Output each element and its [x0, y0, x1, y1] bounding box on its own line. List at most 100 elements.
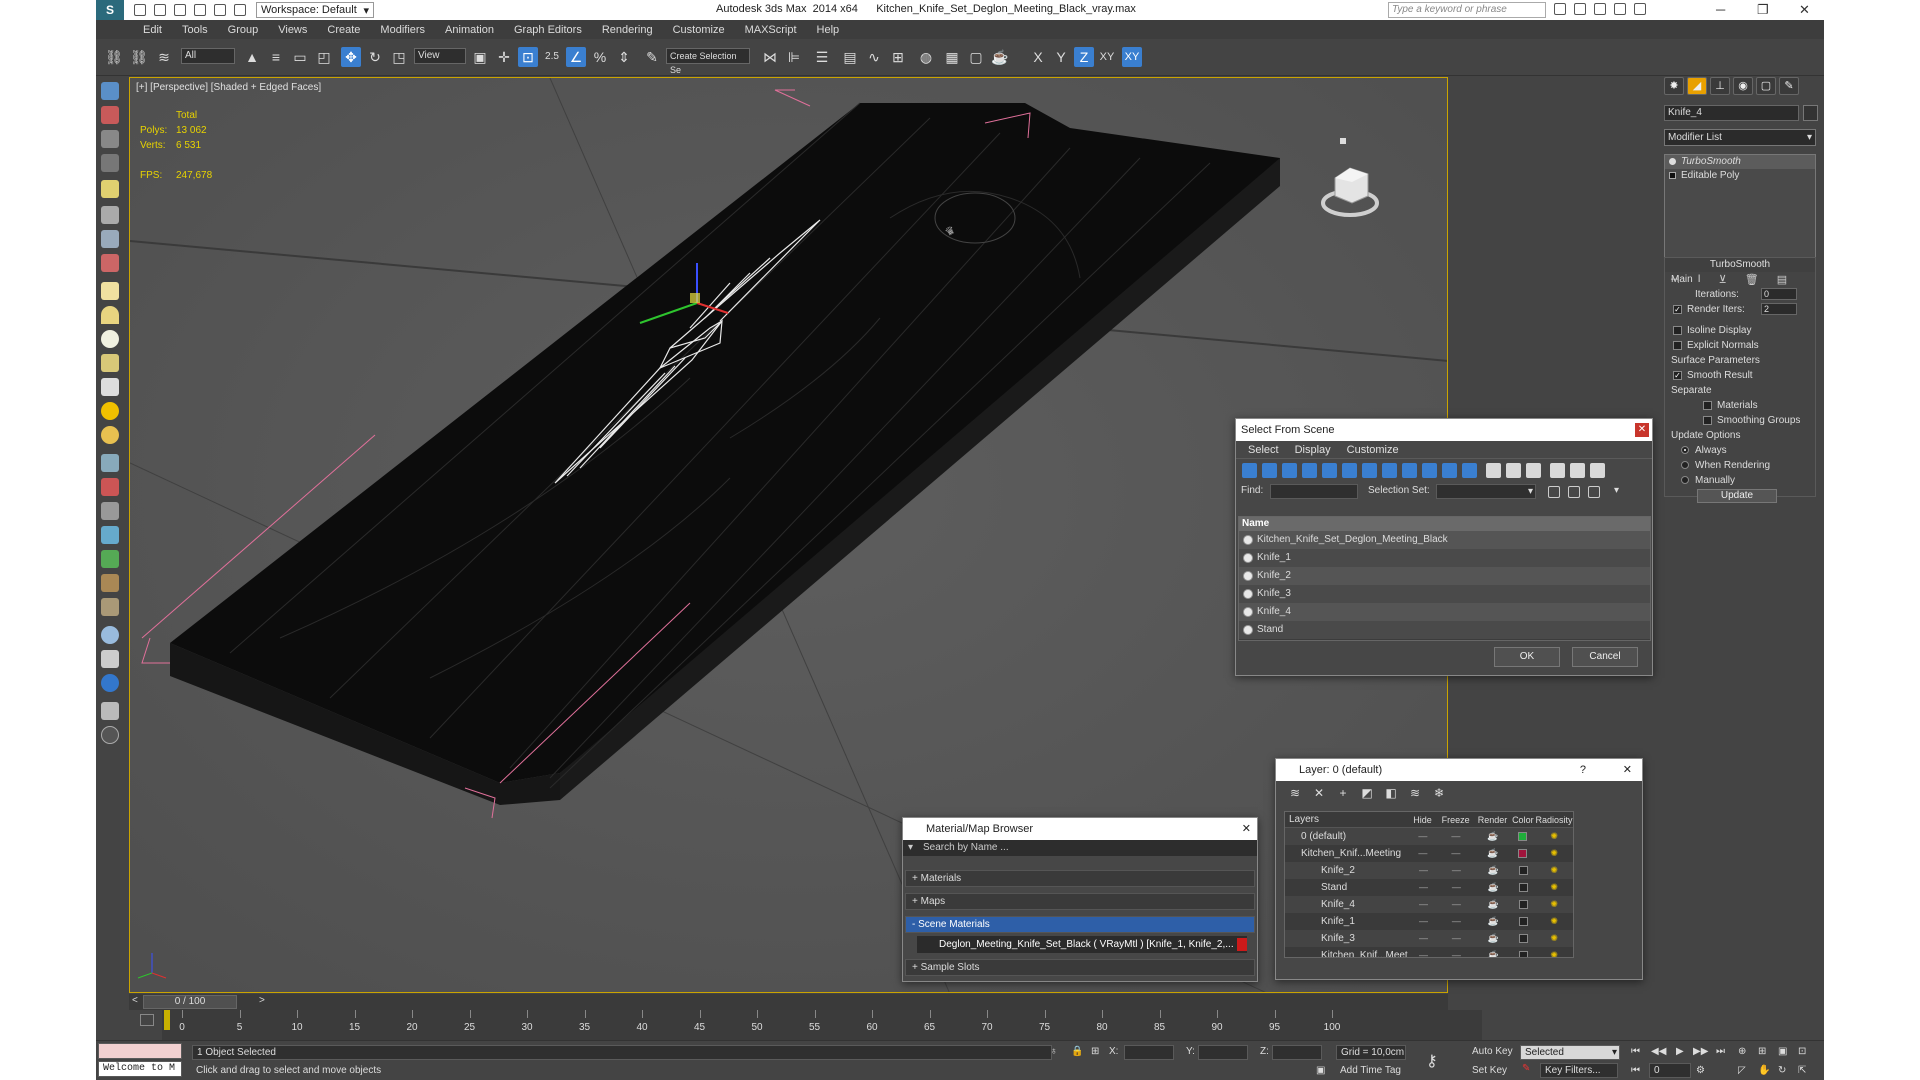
link-icon[interactable]: ⛓ [104, 47, 124, 67]
open-mini-curve-editor-icon[interactable] [140, 1014, 154, 1026]
help-search-input[interactable]: Type a keyword or phrase [1388, 2, 1546, 18]
ok-button[interactable]: OK [1494, 647, 1560, 667]
plant-icon[interactable] [101, 550, 119, 568]
help-icon[interactable] [101, 726, 119, 744]
select-by-name-icon[interactable]: ≡ [266, 47, 286, 67]
select-move-icon[interactable]: ✥ [341, 47, 361, 67]
menu-edit[interactable]: Edit [143, 24, 162, 36]
render-globe-icon[interactable] [101, 674, 119, 692]
help-icon[interactable]: ? [1580, 759, 1586, 781]
selection-filter-dropdown[interactable]: All [181, 48, 235, 64]
mirror-icon[interactable]: ⋈ [760, 47, 780, 67]
auto-key-button[interactable]: Auto Key [1472, 1046, 1513, 1057]
hierarchy-icon[interactable] [101, 702, 119, 720]
layer-row[interactable]: Knife_3— — ☕ ✺ [1285, 930, 1573, 947]
delete-layer-icon[interactable]: ✕ [1312, 786, 1326, 800]
display-tab-icon[interactable]: ▢ [1756, 77, 1776, 95]
layer-row[interactable]: Knife_1— — ☕ ✺ [1285, 913, 1573, 930]
material-editor-icon[interactable]: ◍ [916, 47, 936, 67]
hide-toggle[interactable]: — [1409, 845, 1437, 862]
layer-color-swatch[interactable] [1518, 917, 1528, 926]
col-freeze[interactable]: Freeze [1437, 812, 1475, 827]
xrefs-filter-icon[interactable] [1382, 463, 1397, 478]
axis-xy-button[interactable]: XY [1097, 47, 1117, 67]
add-time-tag[interactable]: Add Time Tag [1340, 1065, 1401, 1076]
display-none-icon[interactable] [1506, 463, 1521, 478]
layer-row[interactable]: Stand — — ☕ ✺ [1285, 879, 1573, 896]
rendered-frame-icon[interactable]: ▢ [966, 47, 986, 67]
utilities-tab-icon[interactable]: ✎ [1779, 77, 1799, 95]
z-coordinate-field[interactable] [1272, 1045, 1322, 1060]
layer-row[interactable]: Kitchen_Knif...Meeting — — ☕ ✺ [1285, 845, 1573, 862]
project-icon[interactable] [234, 4, 246, 16]
manually-radio[interactable] [1681, 476, 1689, 484]
menu-display[interactable]: Display [1295, 441, 1331, 458]
menu-select[interactable]: Select [1248, 441, 1279, 458]
notepad-icon[interactable] [101, 130, 119, 148]
when-rendering-radio[interactable] [1681, 461, 1689, 469]
chevron-down-icon[interactable]: ▾ [1614, 485, 1619, 496]
select-rotate-icon[interactable]: ↻ [365, 47, 385, 67]
axis-xy-cycle-button[interactable]: XY [1122, 47, 1142, 67]
freeze-toggle[interactable]: — [1438, 947, 1476, 957]
col-layers[interactable]: Layers [1285, 812, 1408, 827]
list-item[interactable]: Knife_2 [1239, 567, 1650, 585]
light-icon[interactable] [101, 180, 119, 198]
hierarchy-filter-icon[interactable] [1570, 463, 1585, 478]
hair-icon[interactable] [101, 574, 119, 592]
render-icon[interactable]: ☕ [990, 47, 1010, 67]
radiosity-icon[interactable]: ✺ [1535, 896, 1573, 913]
teapot-icon[interactable] [101, 82, 119, 100]
helpers-filter-icon[interactable] [1322, 463, 1337, 478]
snaps-toggle-icon[interactable]: 2.5 [542, 47, 562, 67]
close-icon[interactable]: ✕ [1623, 759, 1632, 781]
freeze-toggle[interactable]: — [1438, 879, 1476, 896]
containers-filter-icon[interactable] [1422, 463, 1437, 478]
key-mode-icon[interactable]: ⚷ [1426, 1051, 1438, 1071]
go-to-start-icon[interactable]: ⏮ [1631, 1046, 1640, 1057]
radiosity-icon[interactable]: ✺ [1535, 845, 1573, 862]
freeze-toggle[interactable]: — [1438, 913, 1476, 930]
camera-icon[interactable] [101, 206, 119, 224]
geometry-filter-icon[interactable] [1242, 463, 1257, 478]
render-toggle-icon[interactable]: ☕ [1475, 930, 1511, 947]
key-mode-toggle-icon[interactable]: ⏮ [1631, 1065, 1640, 1076]
material-search-input[interactable]: ▾ Search by Name ... [903, 840, 1257, 856]
add-to-selection-set-icon[interactable] [1588, 486, 1600, 498]
particles-icon[interactable] [101, 254, 119, 272]
select-in-layer-icon[interactable]: ◩ [1360, 786, 1374, 800]
omni-light-icon[interactable] [101, 426, 119, 444]
shapes-filter-icon[interactable] [1262, 463, 1277, 478]
layer-color-swatch[interactable] [1518, 849, 1528, 858]
lightbulb-icon[interactable] [1669, 158, 1676, 165]
render-setup-icon[interactable]: ▦ [942, 47, 962, 67]
material-ball-icon[interactable] [101, 626, 119, 644]
sphere-icon[interactable] [101, 330, 119, 348]
list-item[interactable]: Knife_3 [1239, 585, 1650, 603]
hide-toggle[interactable]: — [1409, 930, 1437, 947]
asset-tracking-icon[interactable] [101, 650, 119, 668]
orbit-icon[interactable]: ↻ [1778, 1065, 1786, 1076]
freeze-toggle[interactable]: — [1437, 828, 1475, 845]
cameras-filter-icon[interactable] [1302, 463, 1317, 478]
render-toggle-icon[interactable]: ☕ [1475, 879, 1511, 896]
layer-color-swatch[interactable] [1518, 934, 1528, 943]
hide-all-layers-icon[interactable]: ≋ [1408, 786, 1422, 800]
graphite-icon[interactable]: ▤ [840, 47, 860, 67]
collapse-icon[interactable] [1590, 463, 1605, 478]
time-config-icon[interactable]: ⚙ [1696, 1065, 1705, 1076]
menu-customize[interactable]: Customize [673, 24, 725, 36]
field-of-view-icon[interactable]: ◸ [1738, 1065, 1746, 1076]
next-frame-icon[interactable]: > [259, 995, 265, 1006]
minimize-icon[interactable]: ─ [1716, 2, 1725, 17]
update-button[interactable]: Update [1697, 489, 1777, 503]
layer-manager-icon[interactable]: ☰ [812, 47, 832, 67]
group-sample-slots[interactable]: + Sample Slots [905, 959, 1255, 976]
menu-rendering[interactable]: Rendering [602, 24, 653, 36]
freeze-all-layers-icon[interactable]: ❄ [1432, 786, 1446, 800]
hierarchy-tab-icon[interactable]: ⊥ [1710, 77, 1730, 95]
lock-selection-icon[interactable]: 🔒 [1071, 1046, 1083, 1057]
hide-toggle[interactable]: — [1409, 862, 1437, 879]
remove-selection-set-icon[interactable] [1568, 486, 1580, 498]
explicit-normals-checkbox[interactable] [1673, 341, 1682, 350]
